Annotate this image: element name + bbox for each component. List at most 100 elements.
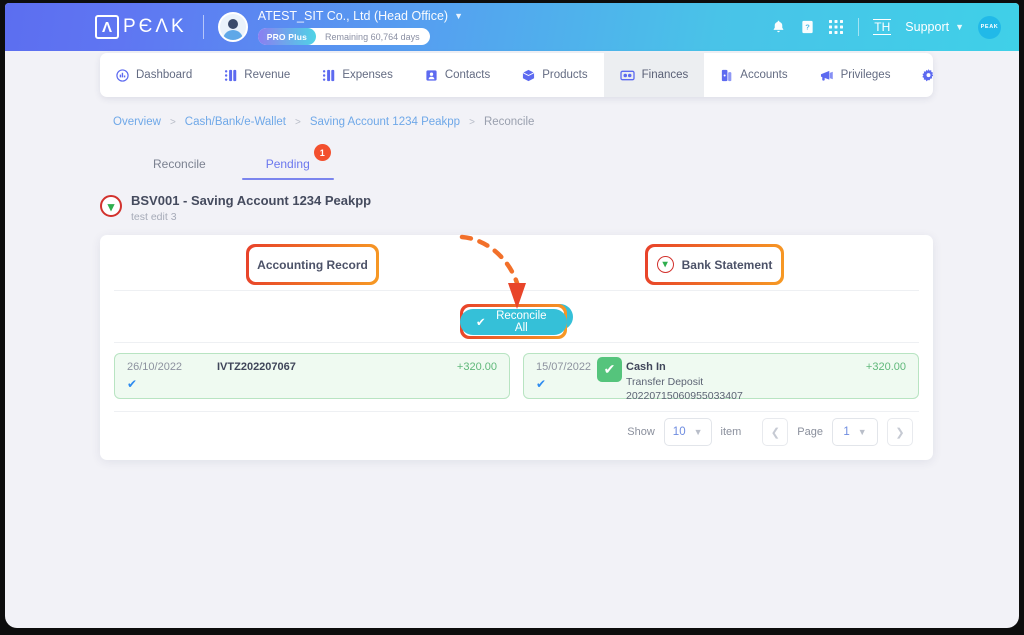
match-check-icon[interactable]: ✔: [597, 357, 622, 382]
breadcrumb-item-overview[interactable]: Overview: [113, 116, 161, 128]
apps-grid-icon[interactable]: [829, 19, 844, 35]
transaction-pair: 26/10/2022 ✔ IVTZ202207067 +320.00 ✔ 15/…: [100, 343, 933, 412]
breadcrumb-separator: >: [294, 116, 301, 128]
nav-label: Revenue: [244, 69, 291, 81]
screenshot-root: Λ PЄΛK ATEST_SIT Co., Ltd (Head Office) …: [0, 0, 1024, 635]
reconcile-all-label: Reconcile All: [496, 309, 547, 334]
tab-label: Reconcile: [153, 157, 206, 171]
item-label: item: [720, 426, 742, 438]
page-number-value: 1: [843, 426, 850, 438]
rows-divider: [114, 411, 919, 412]
pagination: Show 10 ▼ item ❮ Page 1 ▼ ❯: [627, 418, 913, 446]
finances-icon: [619, 69, 635, 82]
row-description: IVTZ202207067: [217, 361, 296, 373]
annotation-arrow: [459, 234, 526, 309]
breadcrumb-item-cash-bank[interactable]: Cash/Bank/e-Wallet: [185, 116, 286, 128]
nav-label: Accounts: [740, 69, 788, 81]
bank-statement-label-text: Bank Statement: [681, 257, 773, 272]
page-label: Page: [797, 426, 823, 438]
company-name: ATEST_SIT Co., Ltd (Head Office): [257, 9, 449, 23]
nav-item-settings[interactable]: Settings: [906, 53, 933, 97]
user-avatar[interactable]: PEAK: [978, 15, 1001, 39]
app-window: Λ PЄΛK ATEST_SIT Co., Ltd (Head Office) …: [5, 3, 1019, 628]
company-avatar[interactable]: [217, 12, 248, 42]
svg-text:?: ?: [806, 22, 811, 31]
breadcrumb: Overview > Cash/Bank/e-Wallet > Saving A…: [113, 116, 534, 128]
logo-mark-icon: Λ: [95, 15, 119, 39]
table-row[interactable]: 26/10/2022 ✔ IVTZ202207067 +320.00: [114, 353, 510, 399]
tab-pending[interactable]: Pending 1: [236, 144, 340, 180]
plan-badge: PRO Plus: [257, 28, 317, 45]
nav-item-privileges[interactable]: Privileges: [804, 53, 907, 97]
bank-logo-icon: ▾: [100, 195, 122, 217]
dashboard-icon: [116, 68, 129, 82]
breadcrumb-separator: >: [169, 116, 176, 128]
nav-label: Privileges: [840, 69, 891, 81]
avatar-head: [227, 19, 238, 29]
row-amount: +320.00: [456, 361, 497, 373]
row-reference: 20220715060955033407: [626, 390, 743, 402]
help-book-icon[interactable]: ?: [800, 19, 815, 35]
support-menu[interactable]: Support ▼: [905, 20, 964, 34]
company-block: ATEST_SIT Co., Ltd (Head Office) ▼ PRO P…: [257, 9, 463, 45]
row-subtitle: Transfer Deposit: [626, 376, 704, 388]
prev-page-button[interactable]: ❮: [762, 418, 789, 446]
row-date: 15/07/2022: [536, 361, 592, 373]
chevron-down-icon: ▼: [454, 11, 463, 21]
tab-reconcile[interactable]: Reconcile: [123, 151, 236, 180]
reconcile-all-button[interactable]: ✔ Reconcile All: [460, 308, 567, 335]
company-selector[interactable]: ATEST_SIT Co., Ltd (Head Office) ▼: [258, 9, 463, 23]
nav-item-expenses[interactable]: Expenses: [306, 53, 409, 97]
nav-item-contacts[interactable]: Contacts: [409, 53, 506, 97]
next-page-button[interactable]: ❯: [887, 418, 913, 446]
account-subtitle: test edit 3: [131, 211, 177, 223]
header-divider: [858, 18, 860, 36]
accounts-icon: [720, 69, 733, 82]
contacts-icon: [425, 69, 438, 82]
logo-wordmark: PЄΛK: [123, 16, 187, 37]
avatar-body: [222, 30, 243, 40]
expenses-icon: [322, 69, 335, 82]
pending-count-badge: 1: [313, 144, 331, 161]
privileges-icon: [820, 69, 834, 82]
table-row[interactable]: 15/07/2022 ✔ Cash In Transfer Deposit 20…: [523, 353, 919, 402]
reconcile-tabs: Reconcile Pending 1: [123, 144, 340, 180]
nav-label: Dashboard: [136, 69, 193, 81]
top-header-actions: ? TH Support ▼ PEAK: [771, 15, 1001, 39]
tab-label: Pending: [265, 157, 310, 171]
peak-logo[interactable]: Λ PЄΛK: [95, 15, 218, 39]
page-number-select[interactable]: 1 ▼: [832, 418, 878, 446]
support-label: Support: [905, 20, 950, 34]
language-switch[interactable]: TH: [873, 19, 892, 35]
breadcrumb-item-saving-account[interactable]: Saving Account 1234 Peakpp: [310, 116, 460, 128]
plan-remaining-text: Remaining 60,764 days: [325, 31, 420, 42]
nav-item-dashboard[interactable]: Dashboard: [100, 53, 208, 97]
accounting-record-label-overlay: Accounting Record: [257, 257, 368, 272]
products-icon: [522, 69, 535, 82]
main-nav: Dashboard Revenue Expenses Contacts Prod…: [100, 53, 933, 97]
chevron-down-icon: ▼: [693, 427, 703, 437]
show-label: Show: [627, 426, 655, 438]
chevron-down-icon: ▼: [857, 427, 867, 437]
nav-item-revenue[interactable]: Revenue: [208, 53, 306, 97]
top-header-bar: Λ PЄΛK ATEST_SIT Co., Ltd (Head Office) …: [5, 3, 1019, 51]
logo-divider: [202, 15, 204, 39]
page-size-value: 10: [672, 426, 686, 438]
bank-statement-label-overlay: ▾ Bank Statement: [645, 244, 784, 285]
bell-icon[interactable]: [771, 19, 786, 35]
page-size-select[interactable]: 10 ▼: [663, 418, 712, 446]
nav-item-products[interactable]: Products: [506, 53, 603, 97]
nav-item-finances[interactable]: Finances: [603, 53, 705, 97]
nav-label: Products: [542, 69, 588, 81]
breadcrumb-item-reconcile: Reconcile: [483, 116, 535, 128]
chevron-down-icon: ▼: [955, 22, 964, 32]
nav-label: Expenses: [342, 69, 393, 81]
nav-item-accounts[interactable]: Accounts: [704, 53, 803, 97]
plan-pill: PRO Plus Remaining 60,764 days: [257, 28, 430, 45]
breadcrumb-separator: >: [469, 116, 475, 128]
check-icon: ✔: [476, 316, 486, 329]
account-header: ▾ BSV001 - Saving Account 1234 Peakpp te…: [100, 193, 371, 223]
blue-check-icon: ✔: [127, 377, 138, 391]
row-date: 26/10/2022: [127, 361, 183, 373]
revenue-icon: [224, 69, 237, 82]
